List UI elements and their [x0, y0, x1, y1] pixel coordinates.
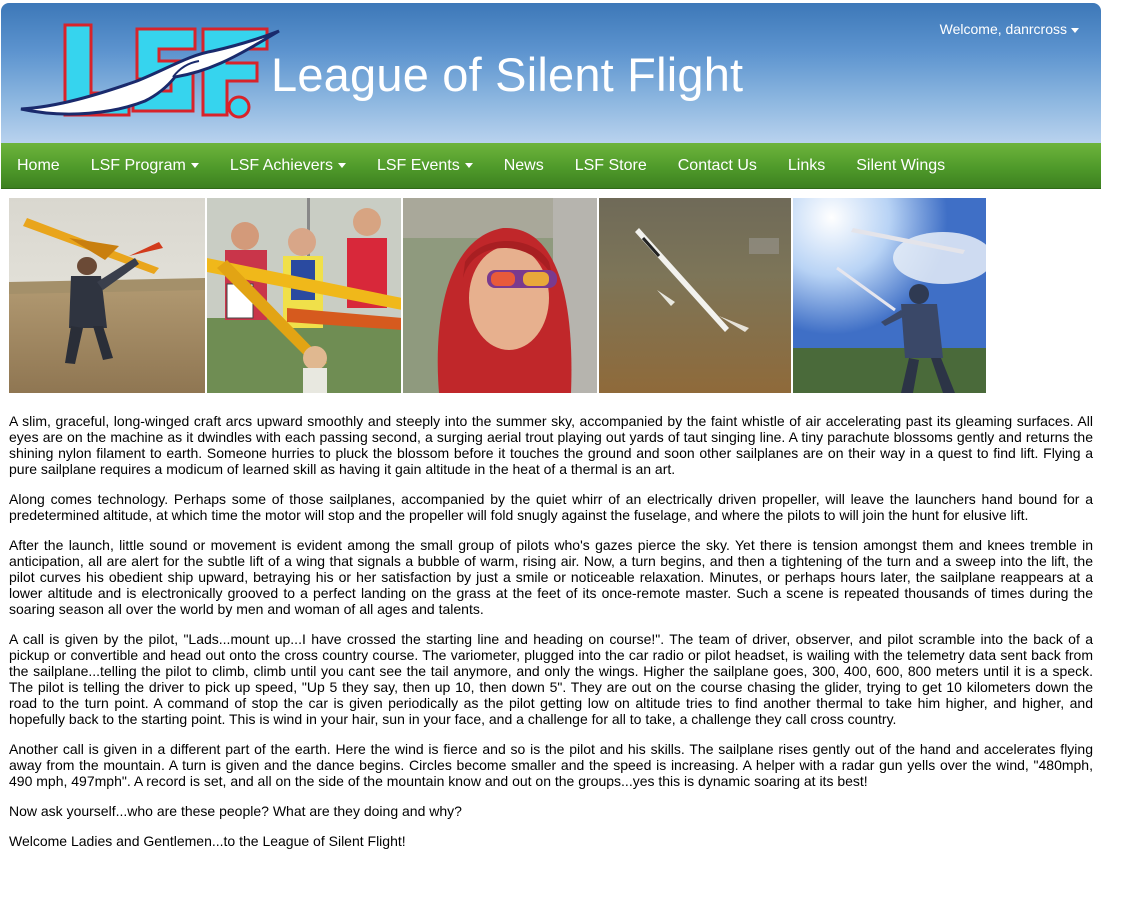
main-content: A slim, graceful, long-winged craft arcs…: [9, 413, 1093, 863]
lsf-logo[interactable]: [17, 15, 281, 133]
user-menu[interactable]: Welcome, danrcross: [940, 21, 1079, 37]
content-paragraph-4: A call is given by the pilot, "Lads...mo…: [9, 631, 1093, 727]
nav-item-label: Home: [17, 156, 60, 174]
photo-sailplane-flight: [598, 198, 792, 393]
content-paragraph-3: After the launch, little sound or moveme…: [9, 537, 1093, 617]
photo-sky-launch: [793, 198, 986, 393]
nav-item-label: LSF Store: [574, 156, 647, 174]
nav-item-label: Links: [787, 156, 826, 174]
nav-item-label: Silent Wings: [856, 156, 946, 174]
nav-item-lsf-store[interactable]: LSF Store: [575, 157, 647, 175]
nav-item-lsf-program[interactable]: LSF Program: [91, 157, 199, 175]
content-paragraph-2: Along comes technology. Perhaps some of …: [9, 491, 1093, 523]
nav-list: Home LSF Program LSF Achievers LSF Event…: [1, 143, 1101, 188]
photo-banner: [9, 198, 986, 393]
content-paragraph-6: Now ask yourself...who are these people?…: [9, 803, 462, 819]
nav-item-lsf-events[interactable]: LSF Events: [377, 157, 473, 175]
site-header: League of Silent Flight Welcome, danrcro…: [1, 3, 1101, 143]
chevron-down-icon: [464, 163, 473, 168]
nav-item-home[interactable]: Home: [17, 157, 60, 175]
nav-item-label: LSF Achievers: [229, 156, 333, 174]
nav-item-label: News: [503, 156, 544, 174]
photo-pilot-group: [206, 198, 402, 393]
main-navbar: Home LSF Program LSF Achievers LSF Event…: [1, 143, 1101, 189]
content-paragraph-5: Another call is given in a different par…: [9, 741, 1093, 789]
chevron-down-icon: [190, 163, 199, 168]
nav-item-label: Contact Us: [677, 156, 757, 174]
photo-glider-launch: [9, 198, 205, 393]
photo-boy-red-hoodie: [403, 198, 597, 393]
nav-item-links[interactable]: Links: [788, 157, 825, 175]
nav-item-label: LSF Program: [90, 156, 186, 174]
chevron-down-icon: [1071, 27, 1079, 33]
nav-item-silent-wings[interactable]: Silent Wings: [856, 157, 945, 175]
chevron-down-icon: [337, 163, 346, 168]
nav-item-contact-us[interactable]: Contact Us: [678, 157, 757, 175]
content-paragraph-7: Welcome Ladies and Gentlemen...to the Le…: [9, 833, 406, 849]
nav-item-label: LSF Events: [376, 156, 460, 174]
content-paragraph-1: A slim, graceful, long-winged craft arcs…: [9, 413, 1093, 477]
nav-item-news[interactable]: News: [504, 157, 544, 175]
site-title: League of Silent Flight: [271, 48, 744, 101]
welcome-text: Welcome, danrcross: [939, 21, 1067, 37]
nav-item-lsf-achievers[interactable]: LSF Achievers: [230, 157, 346, 175]
